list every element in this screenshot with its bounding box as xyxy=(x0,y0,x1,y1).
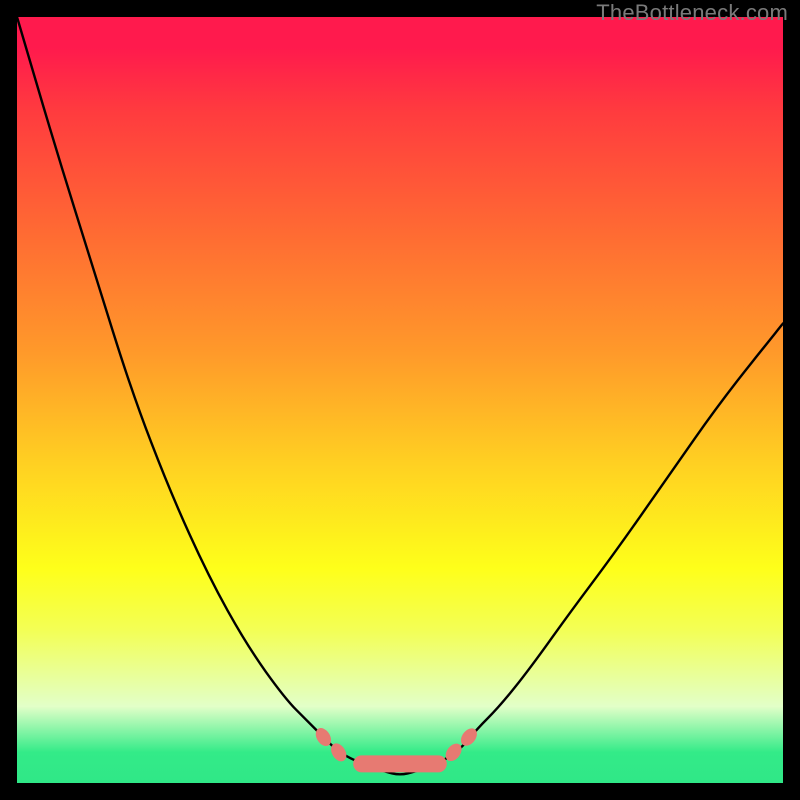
marker-group xyxy=(313,725,481,764)
watermark-label: TheBottleneck.com xyxy=(596,0,788,26)
figure-frame: TheBottleneck.com xyxy=(0,0,800,800)
bottleneck-curve-svg xyxy=(17,17,783,783)
plot-area xyxy=(17,17,783,783)
curve-group xyxy=(17,17,783,774)
bottleneck-curve xyxy=(17,17,783,774)
